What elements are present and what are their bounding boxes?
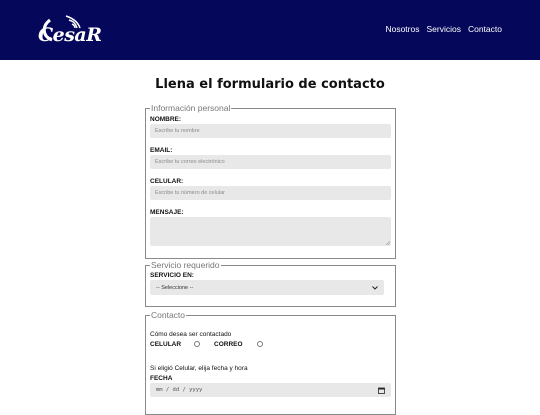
radio-correo[interactable] — [257, 341, 263, 347]
email-input[interactable] — [150, 155, 391, 169]
nombre-label: NOMBRE: — [150, 116, 182, 123]
mensaje-textarea[interactable] — [150, 217, 391, 246]
nav-link-nosotros[interactable]: Nosotros — [385, 24, 419, 34]
page-title: Llena el formulario de contacto — [155, 77, 385, 92]
nav-link-servicios[interactable]: Servicios — [426, 24, 460, 34]
main-nav: Nosotros Servicios Contacto — [385, 24, 502, 34]
top-navbar: CesaR Nosotros Servicios Contacto — [0, 0, 540, 60]
logo-text[interactable]: CesaR — [38, 24, 102, 46]
radio-celular[interactable] — [194, 341, 200, 347]
legend-contacto: Contacto — [150, 310, 187, 321]
nav-link-contacto[interactable]: Contacto — [468, 24, 502, 34]
legend-servicio: Servicio requerido — [150, 260, 221, 271]
servicio-select[interactable]: -- Seleccione -- — [150, 280, 384, 295]
servicio-select-value: -- Seleccione -- — [156, 284, 194, 291]
radio-label-celular: CELULAR — [150, 341, 182, 348]
servicio-label: SERVICIO EN: — [150, 272, 194, 279]
legend-personal-info: Información personal — [150, 103, 232, 114]
email-label: EMAIL: — [150, 147, 173, 154]
nombre-input[interactable] — [150, 124, 391, 138]
fecha-label: FECHA — [150, 375, 173, 382]
resize-handle-icon[interactable] — [386, 241, 390, 245]
date-hint: Si eligió Celular, elija fecha y hora — [150, 365, 248, 372]
fecha-date-input[interactable]: mm / dd / yyyy — [150, 383, 391, 397]
celular-label: CELULAR: — [150, 178, 184, 185]
contact-method-question: Cómo desea ser contactado — [150, 331, 232, 338]
celular-input[interactable] — [150, 186, 391, 200]
calendar-icon[interactable] — [378, 387, 385, 394]
radio-label-correo: CORREO — [214, 341, 243, 348]
chevron-down-icon — [372, 285, 378, 290]
fecha-placeholder: mm / dd / yyyy — [156, 387, 203, 393]
mensaje-label: MENSAJE: — [150, 209, 184, 216]
